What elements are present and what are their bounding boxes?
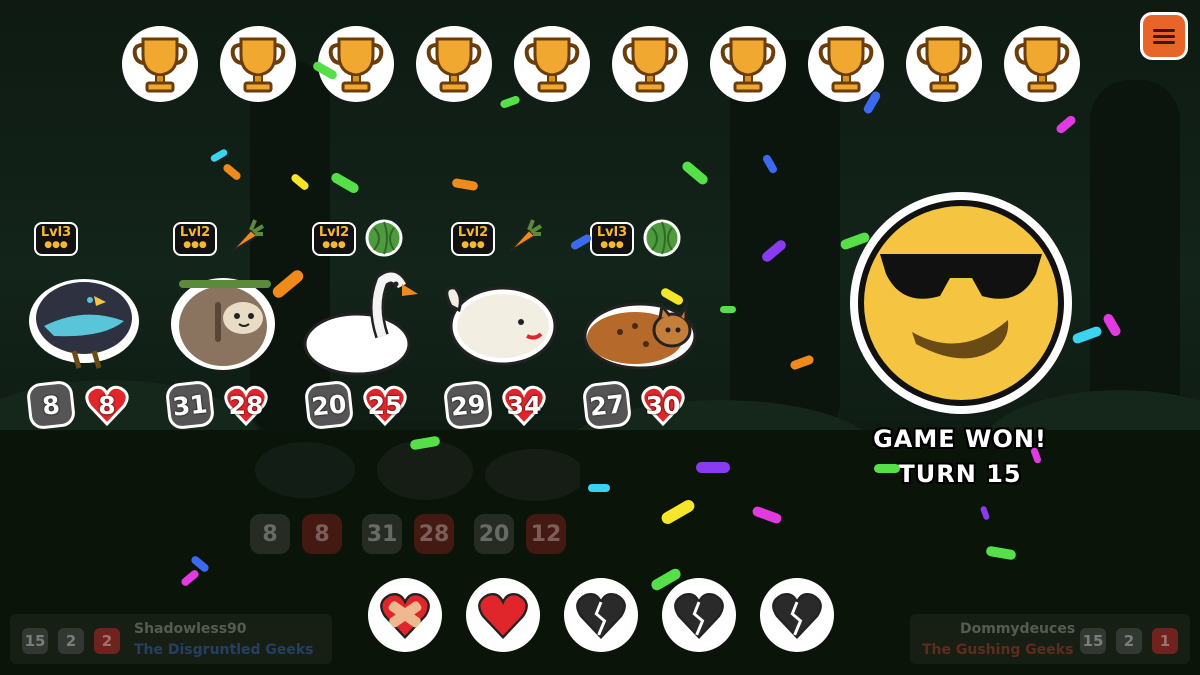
attack-stat: 27 <box>581 379 633 431</box>
trophy-icon <box>514 26 590 102</box>
level-prefix: Lvl <box>596 225 619 240</box>
left-turn-badge: 15 <box>22 628 48 654</box>
level-value: 2 <box>479 225 489 240</box>
left-lives-badge: 2 <box>94 628 120 654</box>
opponent-health-stat: 8 <box>302 514 342 554</box>
sloth-icon <box>163 266 283 376</box>
level-badge: Lvl2 ●●● <box>173 222 217 256</box>
health-stat: 30 <box>640 382 686 428</box>
confetti-piece <box>221 162 243 182</box>
opponent-attack-stat: 31 <box>362 514 402 554</box>
confetti-piece <box>1054 113 1078 136</box>
carrot-icon <box>225 218 265 258</box>
carrot-icon <box>503 218 543 258</box>
opponent-pets-silhouette <box>255 440 580 501</box>
pet-sloth[interactable]: Lvl2 ●●● 31 28 <box>163 219 283 442</box>
whale-icon <box>441 266 561 376</box>
broken-heart-icon <box>564 578 638 652</box>
level-badge: Lvl3 ●●● <box>590 222 634 256</box>
confetti-piece <box>588 484 610 492</box>
bird-icon <box>24 266 144 376</box>
opponent-attack-stat: 20 <box>474 514 514 554</box>
confetti-piece <box>720 306 736 313</box>
level-prefix: Lvl <box>40 225 63 240</box>
confetti-piece <box>329 171 361 195</box>
right-team-name: The Gushing Geeks <box>922 642 1074 658</box>
pet-whale[interactable]: Lvl2 ●●● 29 34 <box>441 219 561 442</box>
trophy-row <box>122 26 1080 102</box>
menu-button[interactable] <box>1140 12 1188 60</box>
level-value: 2 <box>340 225 350 240</box>
hamburger-menu-icon <box>1153 26 1175 47</box>
trophy-icon <box>612 26 688 102</box>
trophy-icon <box>416 26 492 102</box>
level-value: 3 <box>618 225 628 240</box>
right-player-name: Dommydeuces <box>960 621 1076 637</box>
opponent-attack-stat: 8 <box>250 514 290 554</box>
trophy-icon <box>710 26 786 102</box>
trophy-icon <box>906 26 982 102</box>
level-prefix: Lvl <box>318 225 341 240</box>
trophy-icon <box>1004 26 1080 102</box>
left-team-name: The Disgruntled Geeks <box>134 642 314 658</box>
pet-swan[interactable]: Lvl2 ●●● 20 25 <box>302 219 422 442</box>
right-turn-badge: 15 <box>1080 628 1106 654</box>
sunglasses-face-icon <box>858 200 1064 406</box>
confetti-piece <box>451 177 479 192</box>
opponent-health-stat: 12 <box>526 514 566 554</box>
result-title: GAME WON! <box>873 425 1047 453</box>
swan-icon <box>302 266 422 376</box>
pet-bird[interactable]: Lvl3 ●●● 8 8 <box>24 222 144 442</box>
level-badge: Lvl2 ●●● <box>312 222 356 256</box>
level-prefix: Lvl <box>179 225 202 240</box>
level-prefix: Lvl <box>457 225 480 240</box>
trophy-icon <box>808 26 884 102</box>
level-value: 3 <box>62 225 72 240</box>
confetti-piece <box>696 462 730 473</box>
confetti-piece <box>209 147 229 164</box>
left-player-name: Shadowless90 <box>134 621 247 637</box>
left-wins-badge: 2 <box>58 628 84 654</box>
broken-heart-icon <box>662 578 736 652</box>
pet-cat[interactable]: Lvl3 ●●● 27 30 <box>580 219 700 442</box>
confetti-piece <box>680 159 710 187</box>
level-value: 2 <box>201 225 211 240</box>
opponent-health-stat: 28 <box>414 514 454 554</box>
confetti-piece <box>874 464 900 473</box>
trophy-icon <box>318 26 394 102</box>
right-lives-badge: 1 <box>1152 628 1178 654</box>
cat-icon <box>580 266 700 376</box>
heart-icon <box>466 578 540 652</box>
melon-icon <box>364 218 404 258</box>
trophy-icon <box>122 26 198 102</box>
bandaged-heart-icon <box>368 578 442 652</box>
broken-heart-icon <box>760 578 834 652</box>
level-badge: Lvl3 ●●● <box>34 222 78 256</box>
melon-icon <box>642 218 682 258</box>
trophy-icon <box>220 26 296 102</box>
attack-stat: 31 <box>164 379 216 431</box>
lives-row <box>368 578 834 652</box>
result-emoji <box>850 192 1072 414</box>
right-wins-badge: 2 <box>1116 628 1142 654</box>
level-badge: Lvl2 ●●● <box>451 222 495 256</box>
attack-stat: 8 <box>25 379 77 431</box>
health-stat: 8 <box>84 382 130 428</box>
